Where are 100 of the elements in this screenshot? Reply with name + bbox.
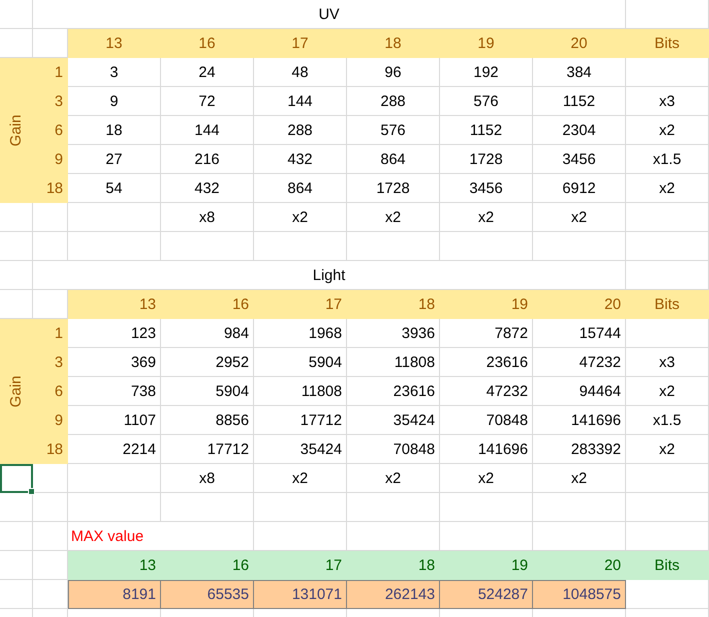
- table-cell: 141696: [533, 406, 626, 435]
- table-cell: 432: [161, 174, 254, 203]
- table-cell: 70848: [440, 406, 533, 435]
- table-cell: 23616: [347, 377, 440, 406]
- empty-cell: [33, 232, 68, 261]
- empty-cell: [33, 203, 68, 232]
- table-cell: 123: [68, 319, 161, 348]
- row-header: 6: [33, 377, 68, 406]
- column-header: 19: [440, 551, 533, 580]
- table-cell: x2: [626, 116, 709, 145]
- column-header: 20: [533, 29, 626, 58]
- table-cell: 192: [440, 58, 533, 87]
- table-cell: 1107: [68, 406, 161, 435]
- column-header: 17: [254, 29, 347, 58]
- table-cell: 2952: [161, 348, 254, 377]
- table-cell: 11808: [347, 348, 440, 377]
- row-header: Gain: [0, 319, 33, 464]
- column-header: 19: [440, 290, 533, 319]
- table-cell: 3: [68, 58, 161, 87]
- table-cell: 9: [68, 87, 161, 116]
- table-cell: x2: [347, 203, 440, 232]
- table-cell: 1152: [533, 87, 626, 116]
- table-cell: 576: [347, 116, 440, 145]
- empty-cell: [33, 493, 68, 522]
- table-cell: 283392: [533, 435, 626, 464]
- table-cell: 17712: [254, 406, 347, 435]
- input-cell[interactable]: 65535: [161, 580, 254, 609]
- table-cell: 47232: [440, 377, 533, 406]
- max-value-label: MAX value: [71, 528, 144, 544]
- input-cell[interactable]: 524287: [440, 580, 533, 609]
- table-cell: 18: [68, 116, 161, 145]
- table-cell: 48: [254, 58, 347, 87]
- row-header: 18: [33, 174, 68, 203]
- selected-cell[interactable]: [0, 464, 33, 493]
- table-cell: 94464: [533, 377, 626, 406]
- table-cell: x2: [440, 464, 533, 493]
- row-header: 1: [33, 319, 68, 348]
- table-cell: 11808: [254, 377, 347, 406]
- table-cell: 141696: [440, 435, 533, 464]
- table-cell: 6912: [533, 174, 626, 203]
- table-cell: x8: [161, 203, 254, 232]
- row-header: 3: [33, 87, 68, 116]
- table-cell: 984: [161, 319, 254, 348]
- input-cell[interactable]: 131071: [254, 580, 347, 609]
- column-header: 17: [254, 551, 347, 580]
- table-cell: 2304: [533, 116, 626, 145]
- input-cell[interactable]: 1048575: [533, 580, 626, 609]
- table-cell: 864: [254, 174, 347, 203]
- table-cell: 15744: [533, 319, 626, 348]
- column-header: 20: [533, 551, 626, 580]
- table-cell: 96: [347, 58, 440, 87]
- table-cell: 27: [68, 145, 161, 174]
- table-cell: 738: [68, 377, 161, 406]
- table-cell: x3: [626, 87, 709, 116]
- table-cell: 288: [347, 87, 440, 116]
- column-header: 17: [254, 290, 347, 319]
- table-cell: x1.5: [626, 406, 709, 435]
- empty-cell: [0, 580, 33, 609]
- table-cell: x2: [347, 464, 440, 493]
- row-header: 18: [33, 435, 68, 464]
- table-cell: 384: [533, 58, 626, 87]
- table-cell: 1728: [440, 145, 533, 174]
- table-title: UV: [318, 6, 340, 22]
- row-header: Gain: [0, 58, 33, 203]
- row-header: 3: [33, 348, 68, 377]
- column-header: 16: [161, 551, 254, 580]
- table-cell: 2214: [68, 435, 161, 464]
- table-cell: 216: [161, 145, 254, 174]
- column-header: Bits: [626, 29, 709, 58]
- column-header: Bits: [626, 551, 709, 580]
- table-cell: 369: [68, 348, 161, 377]
- row-header: 9: [33, 145, 68, 174]
- table-cell: 70848: [347, 435, 440, 464]
- empty-cell: [33, 464, 68, 493]
- empty-cell[interactable]: [0, 203, 33, 232]
- table-cell: 35424: [254, 435, 347, 464]
- column-header: 13: [68, 29, 161, 58]
- column-header: 13: [68, 290, 161, 319]
- table-cell: x2: [440, 203, 533, 232]
- column-header: 18: [347, 551, 440, 580]
- table-cell: x2: [626, 377, 709, 406]
- table-cell: 35424: [347, 406, 440, 435]
- column-header: Bits: [626, 290, 709, 319]
- input-cell[interactable]: 8191: [68, 580, 161, 609]
- row-header: 6: [33, 116, 68, 145]
- column-header: 18: [347, 290, 440, 319]
- empty-cell: [0, 522, 33, 551]
- table-cell: 3936: [347, 319, 440, 348]
- table-cell: 864: [347, 145, 440, 174]
- table-cell: 72: [161, 87, 254, 116]
- column-header: 16: [161, 290, 254, 319]
- table-cell: 144: [254, 87, 347, 116]
- table-cell: 5904: [161, 377, 254, 406]
- table-cell: 54: [68, 174, 161, 203]
- empty-cell: [0, 551, 33, 580]
- column-header: 16: [161, 29, 254, 58]
- table-cell: 1728: [347, 174, 440, 203]
- table-cell: x2: [626, 174, 709, 203]
- input-cell[interactable]: 262143: [347, 580, 440, 609]
- table-cell: 576: [440, 87, 533, 116]
